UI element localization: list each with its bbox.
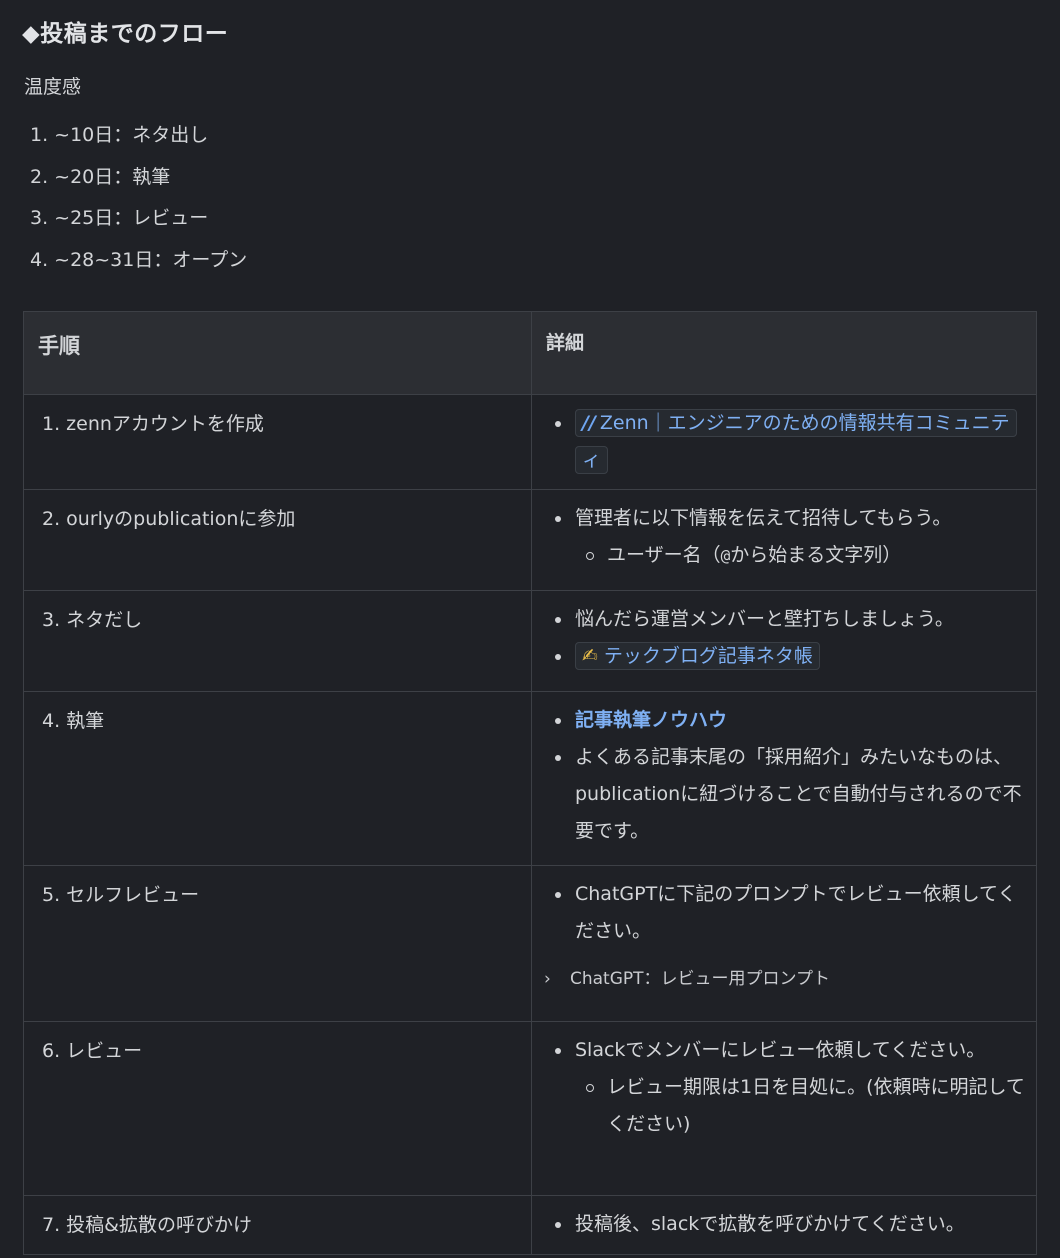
list-item: 管理者に以下情報を伝えて招待してもらう。 ユーザー名（@から始まる文字列） (554, 500, 1026, 574)
toggle-label: ChatGPT：レビュー用プロンプト (570, 969, 831, 989)
detail-cell: 悩んだら運営メンバーと壁打ちしましょう。 ✍ テックブログ記事ネタ帳 (531, 590, 1037, 692)
detail-cell: ChatGPTに下記のプロンプトでレビュー依頼してください。 › ChatGPT：… (531, 865, 1037, 1022)
detail-cell: Slackでメンバーにレビュー依頼してください。 レビュー期限は1日を目処に。(… (531, 1021, 1037, 1196)
list-item: 記事執筆ノウハウ (554, 702, 1026, 739)
chevron-right-icon: › (544, 969, 551, 989)
writing-knowhow-link[interactable]: 記事執筆ノウハウ (575, 709, 727, 731)
timeline-item: 4. ~28~31日：オープン (30, 248, 248, 271)
tech-blog-ideas-link[interactable]: ✍ テックブログ記事ネタ帳 (575, 642, 820, 670)
detail-cell: 投稿後、slackで拡散を呼びかけてください。 (531, 1195, 1037, 1255)
sub-text-prefix: ユーザー名（ (607, 544, 721, 566)
writing-hand-icon: ✍ (582, 645, 598, 667)
detail-cell: 記事執筆ノウハウ よくある記事末尾の「採用紹介」みたいなものは、publicat… (531, 691, 1037, 866)
header-step: 手順 (23, 311, 532, 395)
section-heading: ◆投稿までのフロー (22, 21, 229, 47)
zenn-logo-icon: // (582, 412, 596, 434)
link-label: テックブログ記事ネタ帳 (603, 645, 813, 667)
step-cell: 5. セルフレビュー (23, 865, 532, 1022)
list-item: よくある記事末尾の「採用紹介」みたいなものは、publicationに紐づけるこ… (554, 739, 1026, 850)
sub-list-item: ユーザー名（@から始まる文字列） (575, 537, 1026, 574)
sub-text-suffix: から始まる文字列） (730, 544, 902, 566)
list-item: 投稿後、slackで拡散を呼びかけてください。 (554, 1206, 1026, 1243)
header-detail: 詳細 (531, 311, 1037, 395)
list-item: 悩んだら運営メンバーと壁打ちしましょう。 (554, 601, 1026, 638)
detail-cell: 管理者に以下情報を伝えて招待してもらう。 ユーザー名（@から始まる文字列） (531, 489, 1037, 591)
flow-table: 手順 詳細 1. zennアカウントを作成 //Zenn｜エンジニアのための情報… (23, 311, 1037, 1255)
zenn-link-label: Zenn｜エンジニアのための情報共有コミュニティ (582, 412, 1010, 471)
timeline-item: 1. ~10日：ネタ出し (30, 124, 209, 146)
step-cell: 2. ourlyのpublicationに参加 (23, 489, 532, 591)
table-row: 4. 執筆 記事執筆ノウハウ よくある記事末尾の「採用紹介」みたいなものは、pu… (23, 691, 1037, 866)
list-item: //Zenn｜エンジニアのための情報共有コミュニティ (554, 405, 1026, 479)
sub-list-item: レビュー期限は1日を目処に。(依頼時に明記してください) (575, 1069, 1026, 1143)
step-cell: 7. 投稿&拡散の呼びかけ (23, 1195, 532, 1255)
list-item: ✍ テックブログ記事ネタ帳 (554, 638, 1026, 675)
timeline-list: 1. ~10日：ネタ出し 2. ~20日：執筆 3. ~25日：レビュー 4. … (30, 118, 247, 284)
list-item: Slackでメンバーにレビュー依頼してください。 レビュー期限は1日を目処に。(… (554, 1032, 1026, 1143)
zenn-link[interactable]: //Zenn｜エンジニアのための情報共有コミュニティ (575, 409, 1017, 474)
table-row: 6. レビュー Slackでメンバーにレビュー依頼してください。 レビュー期限は… (23, 1021, 1037, 1196)
timeline-item: 3. ~25日：レビュー (30, 207, 209, 229)
prompt-toggle[interactable]: › ChatGPT：レビュー用プロンプト (544, 964, 1026, 994)
step-cell: 4. 執筆 (23, 691, 532, 866)
detail-cell: //Zenn｜エンジニアのための情報共有コミュニティ (531, 394, 1037, 490)
step-cell: 1. zennアカウントを作成 (23, 394, 532, 490)
table-row: 7. 投稿&拡散の呼びかけ 投稿後、slackで拡散を呼びかけてください。 (23, 1195, 1037, 1255)
notion-page: ◆投稿までのフロー 温度感 1. ~10日：ネタ出し 2. ~20日：執筆 3.… (0, 0, 1060, 1258)
bullet-text: 管理者に以下情報を伝えて招待してもらう。 (575, 507, 952, 529)
bullet-text: Slackでメンバーにレビュー依頼してください。 (575, 1039, 986, 1061)
table-row: 3. ネタだし 悩んだら運営メンバーと壁打ちしましょう。 ✍ テックブログ記事ネタ… (23, 590, 1037, 692)
step-cell: 3. ネタだし (23, 590, 532, 692)
timeline-item: 2. ~20日：執筆 (30, 165, 171, 188)
table-header-row: 手順 詳細 (23, 311, 1037, 395)
table-row: 5. セルフレビュー ChatGPTに下記のプロンプトでレビュー依頼してください… (23, 865, 1037, 1022)
table-row: 2. ourlyのpublicationに参加 管理者に以下情報を伝えて招待して… (23, 489, 1037, 591)
step-cell: 6. レビュー (23, 1021, 532, 1196)
list-item: ChatGPTに下記のプロンプトでレビュー依頼してください。 (554, 876, 1026, 950)
lead-text: 温度感 (24, 76, 82, 98)
inline-code: @ (720, 546, 731, 565)
table-row: 1. zennアカウントを作成 //Zenn｜エンジニアのための情報共有コミュニ… (23, 394, 1037, 490)
